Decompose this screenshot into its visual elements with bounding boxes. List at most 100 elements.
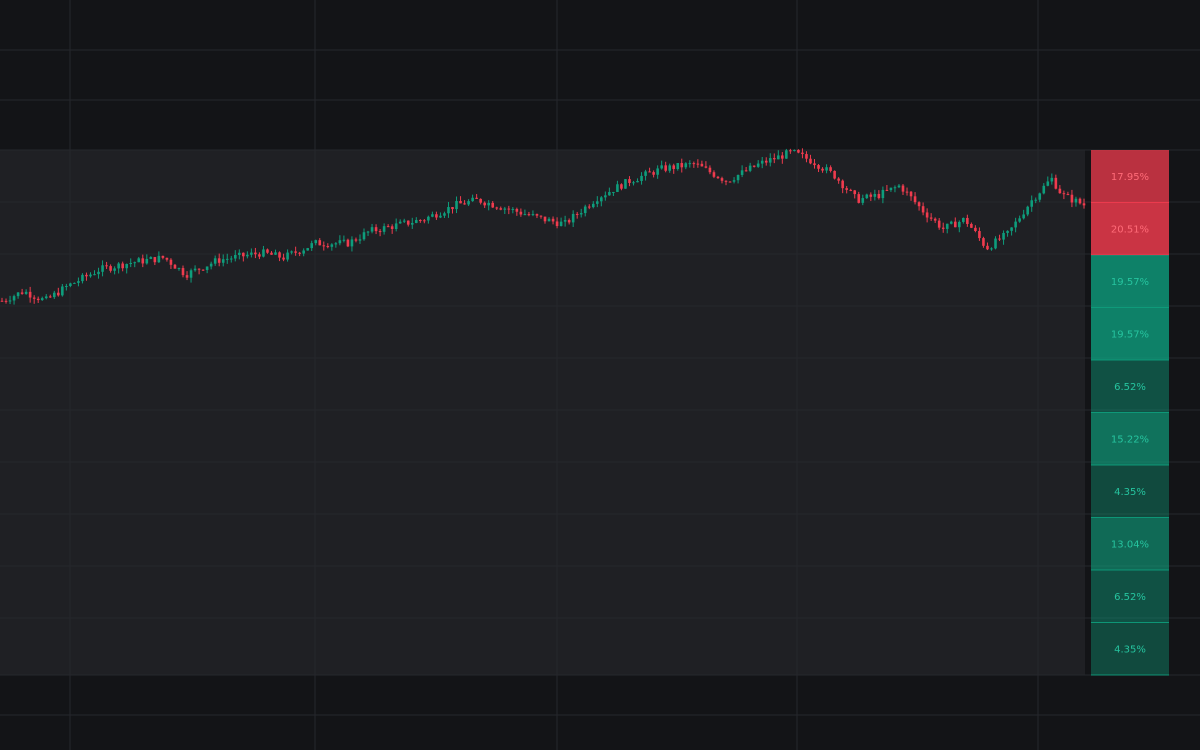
candle-body-212 [853,190,857,195]
candle-body-10 [40,298,44,301]
candle-body-125 [503,208,507,210]
candle-body-206 [829,167,832,171]
candle-body-32 [129,262,133,264]
candle-body-70 [282,257,285,260]
candle-body-51 [205,266,209,270]
candle-body-41 [165,257,169,260]
candle-body-0 [0,300,4,302]
candle-body-196 [789,150,792,152]
candle-body-260 [1046,181,1050,186]
candle-body-38 [153,257,157,263]
candle-body-255 [1026,206,1029,215]
candle-body-155 [624,179,627,189]
candle-body-21 [85,274,88,277]
candle-body-137 [551,218,555,222]
histogram-label-5: 15.22% [1111,434,1149,445]
candle-body-5 [20,292,24,294]
candle-body-100 [402,220,406,222]
candle-body-188 [756,163,760,167]
candle-body-235 [945,223,949,229]
candle-body-131 [527,214,531,216]
candle-body-258 [1038,193,1042,200]
candle-body-177 [712,172,716,177]
candle-body-167 [672,165,676,169]
candle-body-176 [708,167,712,173]
candle-body-68 [274,252,277,255]
candle-body-87 [350,239,354,247]
candle-body-201 [809,158,812,164]
candle-body-85 [342,239,346,241]
candle-body-145 [583,206,587,214]
candle-body-237 [953,221,957,228]
candle-155 [624,179,627,189]
candle-body-164 [660,165,663,169]
candle-body-15 [61,286,64,296]
candle-207 [833,170,836,180]
candle-body-247 [994,238,997,249]
candle-body-142 [571,213,575,223]
candle-body-7 [28,291,32,298]
candle-body-199 [801,152,804,155]
candle-body-254 [1022,214,1025,219]
candle-body-263 [1058,188,1062,194]
candle-body-82 [330,244,334,247]
candle-body-242 [974,227,977,232]
candle-body-77 [310,243,314,249]
candle-body-75 [302,250,305,254]
candle-body-213 [857,194,861,203]
candle-body-105 [423,220,426,222]
candle-body-265 [1066,194,1070,196]
candle-body-243 [978,231,981,239]
histogram-cell-2: 19.57% [1091,255,1169,308]
candle-body-136 [547,218,551,222]
candle-body-223 [897,185,901,188]
candle-body-190 [764,160,768,163]
candle-body-166 [668,165,672,171]
candle-body-198 [797,149,800,153]
candle-body-193 [777,155,780,160]
candle-body-171 [688,163,692,165]
candle-body-227 [913,196,917,203]
candle-body-181 [728,181,732,183]
candle-body-250 [1006,230,1009,233]
candle-body-127 [511,208,515,210]
candle-body-184 [740,170,744,175]
candle-body-179 [720,178,724,181]
candle-body-153 [616,184,619,192]
candle-body-50 [201,269,205,271]
candle-body-56 [225,258,229,260]
candle-body-220 [885,189,889,191]
histogram-cell-0: 17.95% [1091,150,1169,203]
candle-body-170 [684,163,688,168]
candle-body-259 [1042,185,1046,194]
candle-body-84 [338,240,342,244]
candle-body-175 [704,166,708,168]
candle-body-161 [648,171,651,173]
candle-body-91 [366,231,370,233]
candle-body-54 [217,258,221,263]
candle-body-49 [197,268,201,270]
candle-body-93 [374,227,378,232]
candle-body-172 [692,163,696,165]
candle-body-163 [656,168,659,175]
candle-body-146 [587,206,591,208]
candle-86 [346,238,350,248]
candle-body-262 [1054,177,1058,189]
candle-body-25 [101,265,104,272]
candle-body-261 [1050,177,1054,182]
histogram-label-9: 4.35% [1114,644,1146,655]
candle-body-229 [921,206,925,213]
candle-body-158 [636,180,639,183]
candle-body-101 [406,220,410,225]
candle-body-116 [467,201,470,205]
candle-body-37 [149,257,153,259]
candle-body-128 [515,208,519,212]
candle-body-88 [354,239,358,241]
candle-body-143 [575,213,579,215]
candle-body-13 [52,292,56,298]
histogram-label-8: 6.52% [1114,592,1146,603]
candle-body-162 [652,172,655,175]
candle-body-189 [760,160,764,164]
candle-body-126 [507,208,511,210]
candle-body-104 [419,220,422,222]
